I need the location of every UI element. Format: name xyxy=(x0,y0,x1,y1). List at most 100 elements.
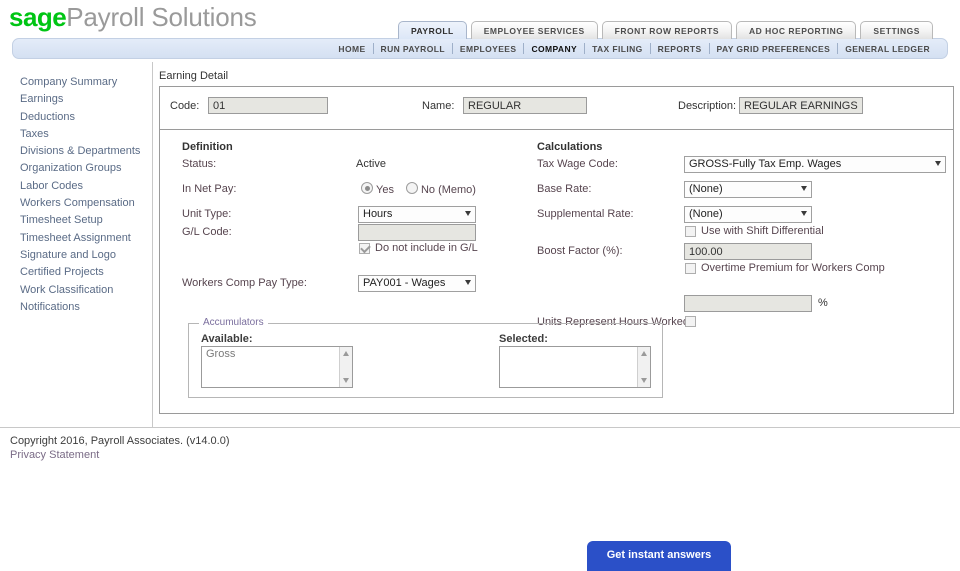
wc-pay-type-select[interactable]: PAY001 - Wages xyxy=(358,275,476,292)
in-net-pay-yes-label: Yes xyxy=(376,184,394,196)
chevron-down-icon xyxy=(935,161,941,166)
sidebar-item-notifications[interactable]: Notifications xyxy=(0,299,150,316)
accumulators-group: Accumulators Available: Gross Selected: xyxy=(188,317,663,398)
available-label: Available: xyxy=(201,333,253,345)
tab-payroll[interactable]: PAYROLL xyxy=(398,21,467,39)
subnav-item-general-ledger[interactable]: GENERAL LEDGER xyxy=(838,44,937,54)
subnav-item-employees[interactable]: EMPLOYEES xyxy=(453,44,524,54)
definition-section-title: Definition xyxy=(182,141,233,153)
gl-code-input[interactable] xyxy=(358,224,476,241)
description-input[interactable] xyxy=(739,97,863,114)
main-tab-bar: PAYROLL EMPLOYEE SERVICES FRONT ROW REPORT… xyxy=(398,20,937,39)
overtime-premium-label: Overtime Premium for Workers Comp xyxy=(701,262,885,274)
chevron-down-icon xyxy=(801,186,807,191)
copyright-text: Copyright 2016, Payroll Associates. (v14… xyxy=(10,435,230,447)
name-input[interactable] xyxy=(463,97,587,114)
boost-factor-input[interactable] xyxy=(684,243,812,260)
base-rate-label: Base Rate: xyxy=(537,183,592,195)
accumulators-legend: Accumulators xyxy=(199,317,268,328)
in-net-pay-no-label: No (Memo) xyxy=(420,184,476,196)
do-not-include-gl-checkbox[interactable] xyxy=(359,243,370,254)
units-hours-worked-checkbox[interactable] xyxy=(685,316,696,327)
in-net-pay-radio-group: Yes No (Memo) xyxy=(361,182,488,196)
description-label: Description: xyxy=(678,100,737,112)
chevron-down-icon xyxy=(465,280,471,285)
wc-pay-type-label: Workers Comp Pay Type: xyxy=(182,277,307,289)
tax-wage-code-value: GROSS-Fully Tax Emp. Wages xyxy=(689,158,842,170)
in-net-pay-no-radio[interactable] xyxy=(405,182,418,194)
base-rate-select[interactable]: (None) xyxy=(684,181,812,198)
subnav-item-company[interactable]: COMPANY xyxy=(524,44,584,54)
sidebar-item-deductions[interactable]: Deductions xyxy=(0,109,150,126)
subnav-item-run-payroll[interactable]: RUN PAYROLL xyxy=(374,44,452,54)
base-rate-value: (None) xyxy=(689,183,723,195)
subnav-item-pay-grid-preferences[interactable]: PAY GRID PREFERENCES xyxy=(710,44,838,54)
content-area: Earning Detail Code: Name: Description: … xyxy=(152,62,960,427)
tab-ad-hoc-reporting[interactable]: AD HOC REPORTING xyxy=(736,21,857,39)
gl-code-label: G/L Code: xyxy=(182,226,232,238)
selected-scrollbar[interactable] xyxy=(637,347,650,387)
sidebar-menu: Company Summary Earnings Deductions Taxes Di… xyxy=(0,62,150,316)
in-net-pay-yes-radio[interactable] xyxy=(361,182,373,194)
app-header: sagePayroll Solutions PAYROLL EMPLOYEE SE… xyxy=(0,0,960,39)
subnav-item-reports[interactable]: REPORTS xyxy=(651,44,709,54)
code-input[interactable] xyxy=(208,97,328,114)
page-footer: Copyright 2016, Payroll Associates. (v14… xyxy=(0,427,960,462)
scroll-up-icon[interactable] xyxy=(641,351,647,356)
sage-logo: sagePayroll Solutions xyxy=(9,1,257,33)
tab-front-row-reports[interactable]: FRONT ROW REPORTS xyxy=(601,21,732,39)
sidebar-item-labor-codes[interactable]: Labor Codes xyxy=(0,178,150,195)
unit-type-select[interactable]: Hours xyxy=(358,206,476,223)
available-scrollbar[interactable] xyxy=(339,347,352,387)
supplemental-rate-label: Supplemental Rate: xyxy=(537,208,634,220)
unit-type-label: Unit Type: xyxy=(182,208,232,220)
percent-input[interactable] xyxy=(684,295,812,312)
available-listbox[interactable]: Gross xyxy=(201,346,353,388)
page-body: Company Summary Earnings Deductions Taxes Di… xyxy=(0,62,960,427)
overtime-premium-checkbox[interactable] xyxy=(685,263,696,274)
chevron-down-icon xyxy=(801,211,807,216)
selected-listbox[interactable] xyxy=(499,346,651,388)
subnav-item-home[interactable]: HOME xyxy=(331,44,372,54)
privacy-statement-link[interactable]: Privacy Statement xyxy=(10,448,960,462)
tab-employee-services[interactable]: EMPLOYEE SERVICES xyxy=(470,21,598,39)
code-label: Code: xyxy=(170,100,200,112)
sidebar-item-timesheet-assignment[interactable]: Timesheet Assignment xyxy=(0,230,150,247)
scroll-down-icon[interactable] xyxy=(641,378,647,383)
shift-differential-label: Use with Shift Differential xyxy=(701,225,824,237)
scroll-up-icon[interactable] xyxy=(343,351,349,356)
sidebar-item-organization-groups[interactable]: Organization Groups xyxy=(0,160,150,177)
sidebar-item-certified-projects[interactable]: Certified Projects xyxy=(0,264,150,281)
in-net-pay-label: In Net Pay: xyxy=(182,183,237,195)
sidebar-item-taxes[interactable]: Taxes xyxy=(0,126,150,143)
tab-settings[interactable]: SETTINGS xyxy=(860,21,933,39)
sidebar-item-divisions-departments[interactable]: Divisions & Departments xyxy=(0,143,150,160)
sidebar-item-work-classification[interactable]: Work Classification xyxy=(0,282,150,299)
status-value: Active xyxy=(356,158,386,170)
get-instant-answers-button[interactable]: Get instant answers xyxy=(587,541,731,571)
sidebar-item-company-summary[interactable]: Company Summary xyxy=(0,74,150,91)
sidebar-item-earnings[interactable]: Earnings xyxy=(0,91,150,108)
status-label: Status: xyxy=(182,158,217,170)
calculations-section-title: Calculations xyxy=(537,141,603,153)
sidebar-item-signature-and-logo[interactable]: Signature and Logo xyxy=(0,247,150,264)
chevron-down-icon xyxy=(465,211,471,216)
earning-detail-panel: Code: Name: Description: Definition Stat… xyxy=(159,86,954,414)
supplemental-rate-value: (None) xyxy=(689,208,723,220)
scroll-down-icon[interactable] xyxy=(343,378,349,383)
tax-wage-code-select[interactable]: GROSS-Fully Tax Emp. Wages xyxy=(684,156,946,173)
logo-sage-text: sage xyxy=(9,2,67,32)
subnav-item-tax-filing[interactable]: TAX FILING xyxy=(585,44,650,54)
sidebar-item-timesheet-setup[interactable]: Timesheet Setup xyxy=(0,212,150,229)
unit-type-value: Hours xyxy=(363,208,393,220)
page-title: Earning Detail xyxy=(159,70,229,82)
percent-suffix-label: % xyxy=(818,297,828,309)
shift-differential-checkbox[interactable] xyxy=(685,226,696,237)
supplemental-rate-select[interactable]: (None) xyxy=(684,206,812,223)
selected-label: Selected: xyxy=(499,333,548,345)
list-item[interactable]: Gross xyxy=(202,347,352,361)
sidebar-item-workers-compensation[interactable]: Workers Compensation xyxy=(0,195,150,212)
do-not-include-gl-label: Do not include in G/L xyxy=(375,242,478,254)
identity-row: Code: Name: Description: xyxy=(160,87,953,130)
sub-navigation-bar: HOME RUN PAYROLL EMPLOYEES COMPANY TAX FILIN… xyxy=(12,38,948,59)
